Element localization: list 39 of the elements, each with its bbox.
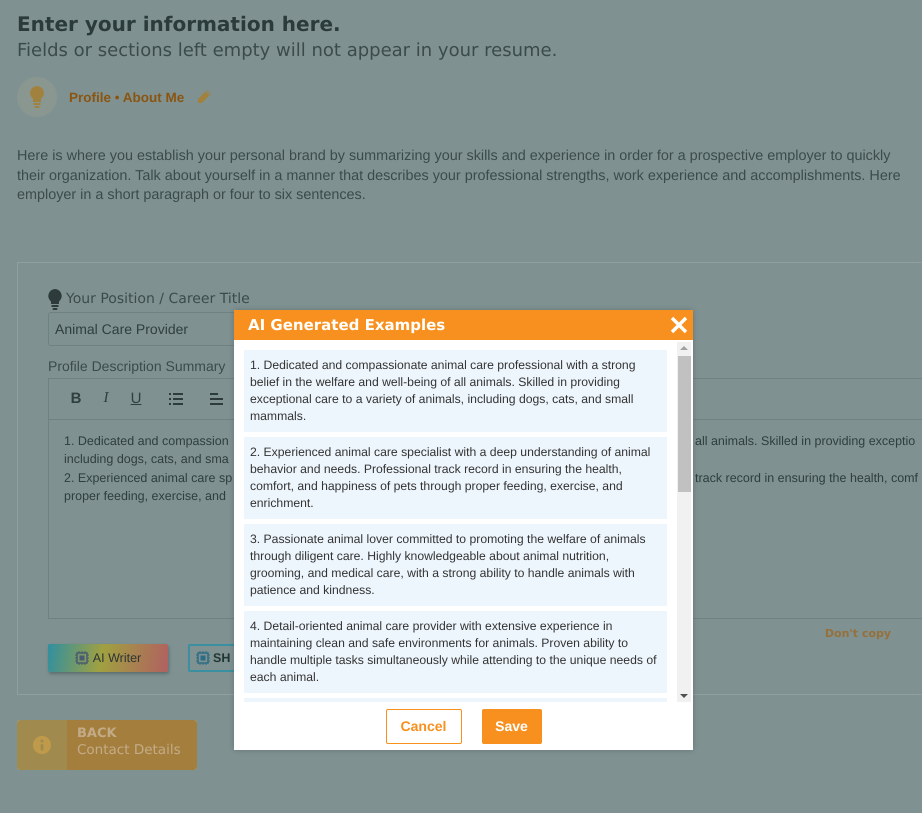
cancel-button[interactable]: Cancel — [386, 708, 462, 744]
editor-text: 1. Dedicated and compassion — [64, 432, 230, 450]
scroll-down-icon — [680, 694, 688, 698]
close-button[interactable] — [670, 316, 688, 334]
copy-warning-text: Don't copy — [824, 626, 891, 640]
example-option[interactable]: 4. Detail-oriented animal care provider with extensive experience in maintaining clean and safe environments for animals. Proven ability to handle multiple tasks simultaneously while attending to the unique needs of each animal. — [244, 611, 667, 693]
close-icon — [670, 316, 688, 334]
field-label: Your Position / Career Title — [66, 291, 250, 307]
align-left-icon — [210, 392, 222, 406]
underline-button[interactable]: U — [123, 386, 149, 410]
editor-text: including dogs, cats, and sma — [64, 451, 230, 468]
chip-icon — [74, 650, 89, 664]
italic-button[interactable]: I — [93, 386, 119, 410]
page-subheading: Fields or sections left empty will not appear in your resume. — [17, 40, 558, 61]
page-heading: Enter your information here. — [17, 12, 342, 36]
info-icon — [33, 736, 51, 754]
intro-text-line: employer in a short paragraph or four to six sentences. — [17, 186, 366, 205]
save-button[interactable]: Save — [482, 708, 542, 744]
lightbulb-icon — [29, 86, 45, 108]
field-label: Profile Description Summary — [48, 358, 226, 374]
example-option[interactable]: 1. Dedicated and compassionate animal care professional with a strong belief in the welfare and well-being of all animals. Skilled in providing exceptional care to a variety of animals, including dogs, cats, and small mammals. — [244, 350, 667, 432]
editor-text: track record in ensuring the health, comf — [695, 470, 918, 487]
intro-text-line: Here is where you establish your personal brand by summarizing your skills and experience in order for a prospective employer to quickly — [17, 147, 890, 166]
editor-text: proper feeding, exercise, and — [64, 488, 227, 505]
editor-text: 2. Experienced animal care sp — [64, 470, 234, 487]
chip-icon — [196, 650, 210, 664]
intro-text-line: their organization. Talk about yourself in a manner that describes your professional strengths, work experience and accomplishments. Here — [17, 166, 901, 186]
bullet-list-icon — [169, 392, 183, 406]
bold-button[interactable]: B — [63, 386, 89, 410]
example-option[interactable]: 3. Passionate animal lover committed to promoting the welfare of animals through diligent care. Highly knowledgeable about animal nutrition, grooming, and medical care, with a strong ability to handle animals with patience and kindness. — [244, 524, 667, 606]
example-option[interactable]: 2. Experienced animal care specialist with a deep understanding of animal behavior and needs. Professional track record in ensuring the health, comfort, and happiness of pets through proper feeding, exercise, and enrichment. — [244, 437, 667, 519]
scrollbar[interactable] — [677, 342, 691, 702]
pencil-icon — [196, 89, 212, 105]
scrollbar-thumb[interactable] — [678, 356, 690, 492]
editor-text: all animals. Skilled in providing exceptio — [695, 432, 916, 450]
section-title: Profile • About Me — [69, 90, 184, 104]
scroll-up-icon — [680, 346, 688, 350]
lightbulb-icon — [48, 288, 62, 310]
ai-writer-button[interactable]: AI Writer — [48, 644, 168, 672]
